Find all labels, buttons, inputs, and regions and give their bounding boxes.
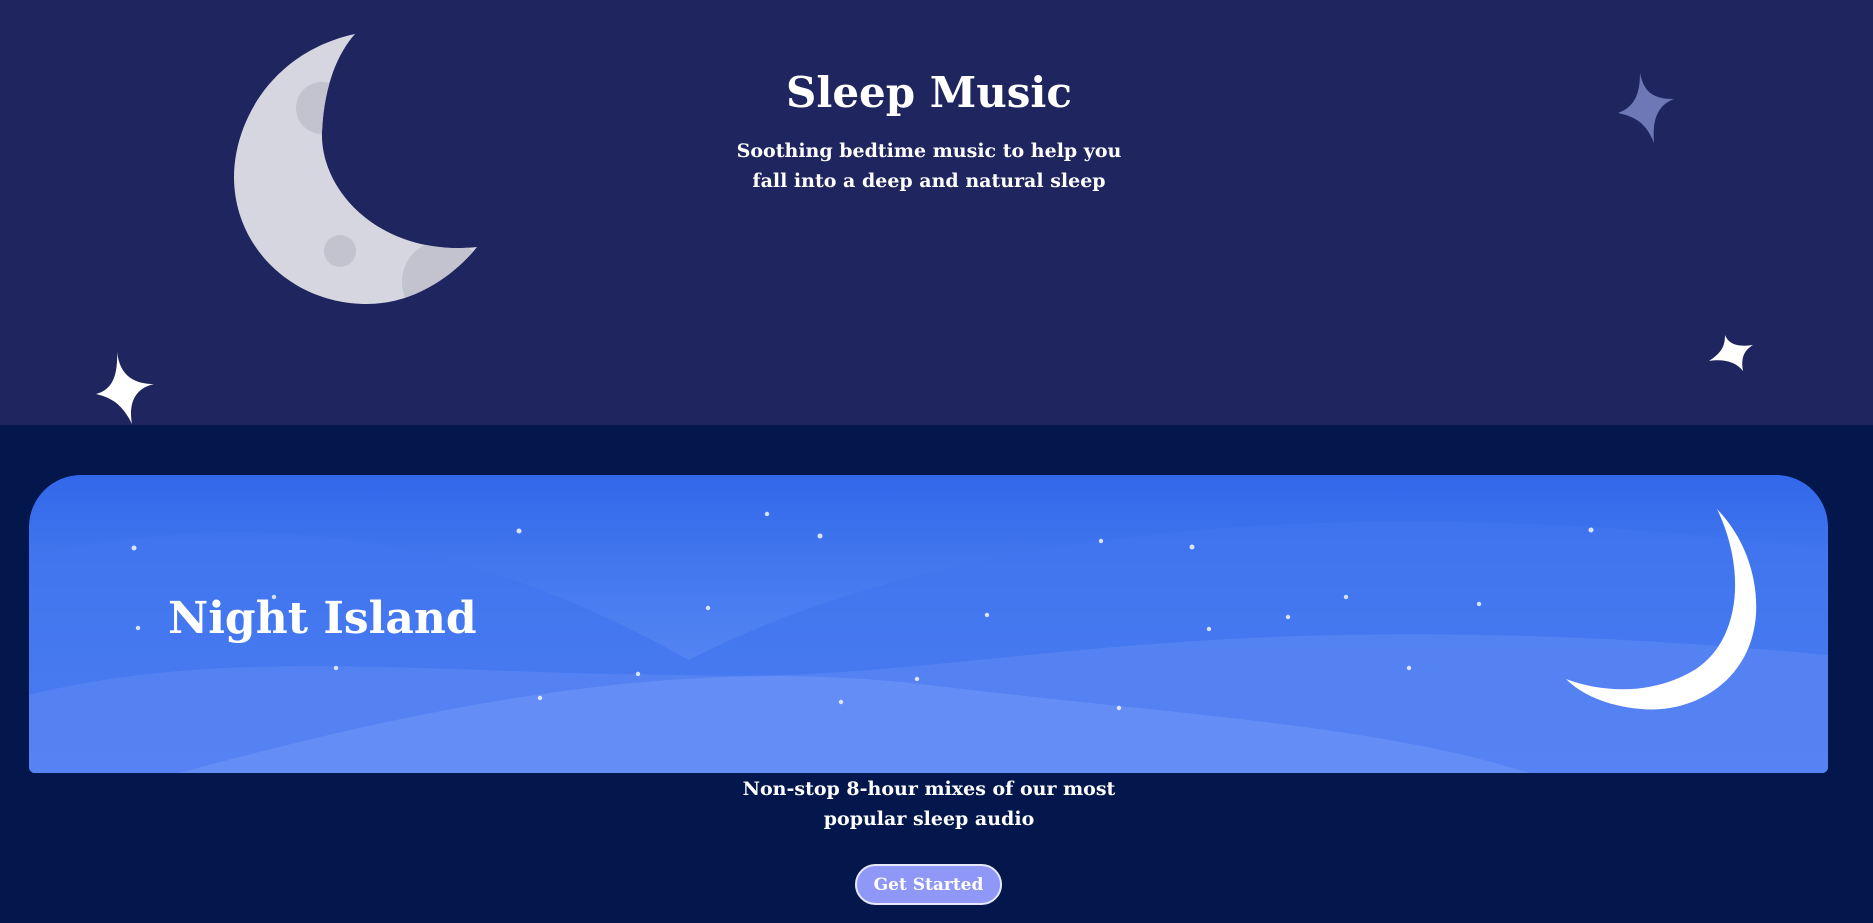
hero-section: Sleep Music Soothing bedtime music to he… (0, 0, 1873, 425)
sparkle-star-icon (1709, 335, 1753, 371)
get-started-button[interactable]: Get Started (855, 864, 1002, 905)
banner-title: Night Island (168, 593, 477, 644)
night-island-banner[interactable]: Night Island (29, 475, 1828, 773)
crescent-moon-icon (1566, 509, 1757, 710)
page-title: Sleep Music (786, 68, 1072, 117)
page-subtitle: Soothing bedtime music to help you fall … (736, 140, 1122, 192)
sparkle-star-icon (96, 352, 154, 424)
feature-description: Non-stop 8-hour mixes of our most popula… (742, 778, 1116, 830)
sleep-music-page: Sleep Music Soothing bedtime music to he… (0, 0, 1873, 923)
